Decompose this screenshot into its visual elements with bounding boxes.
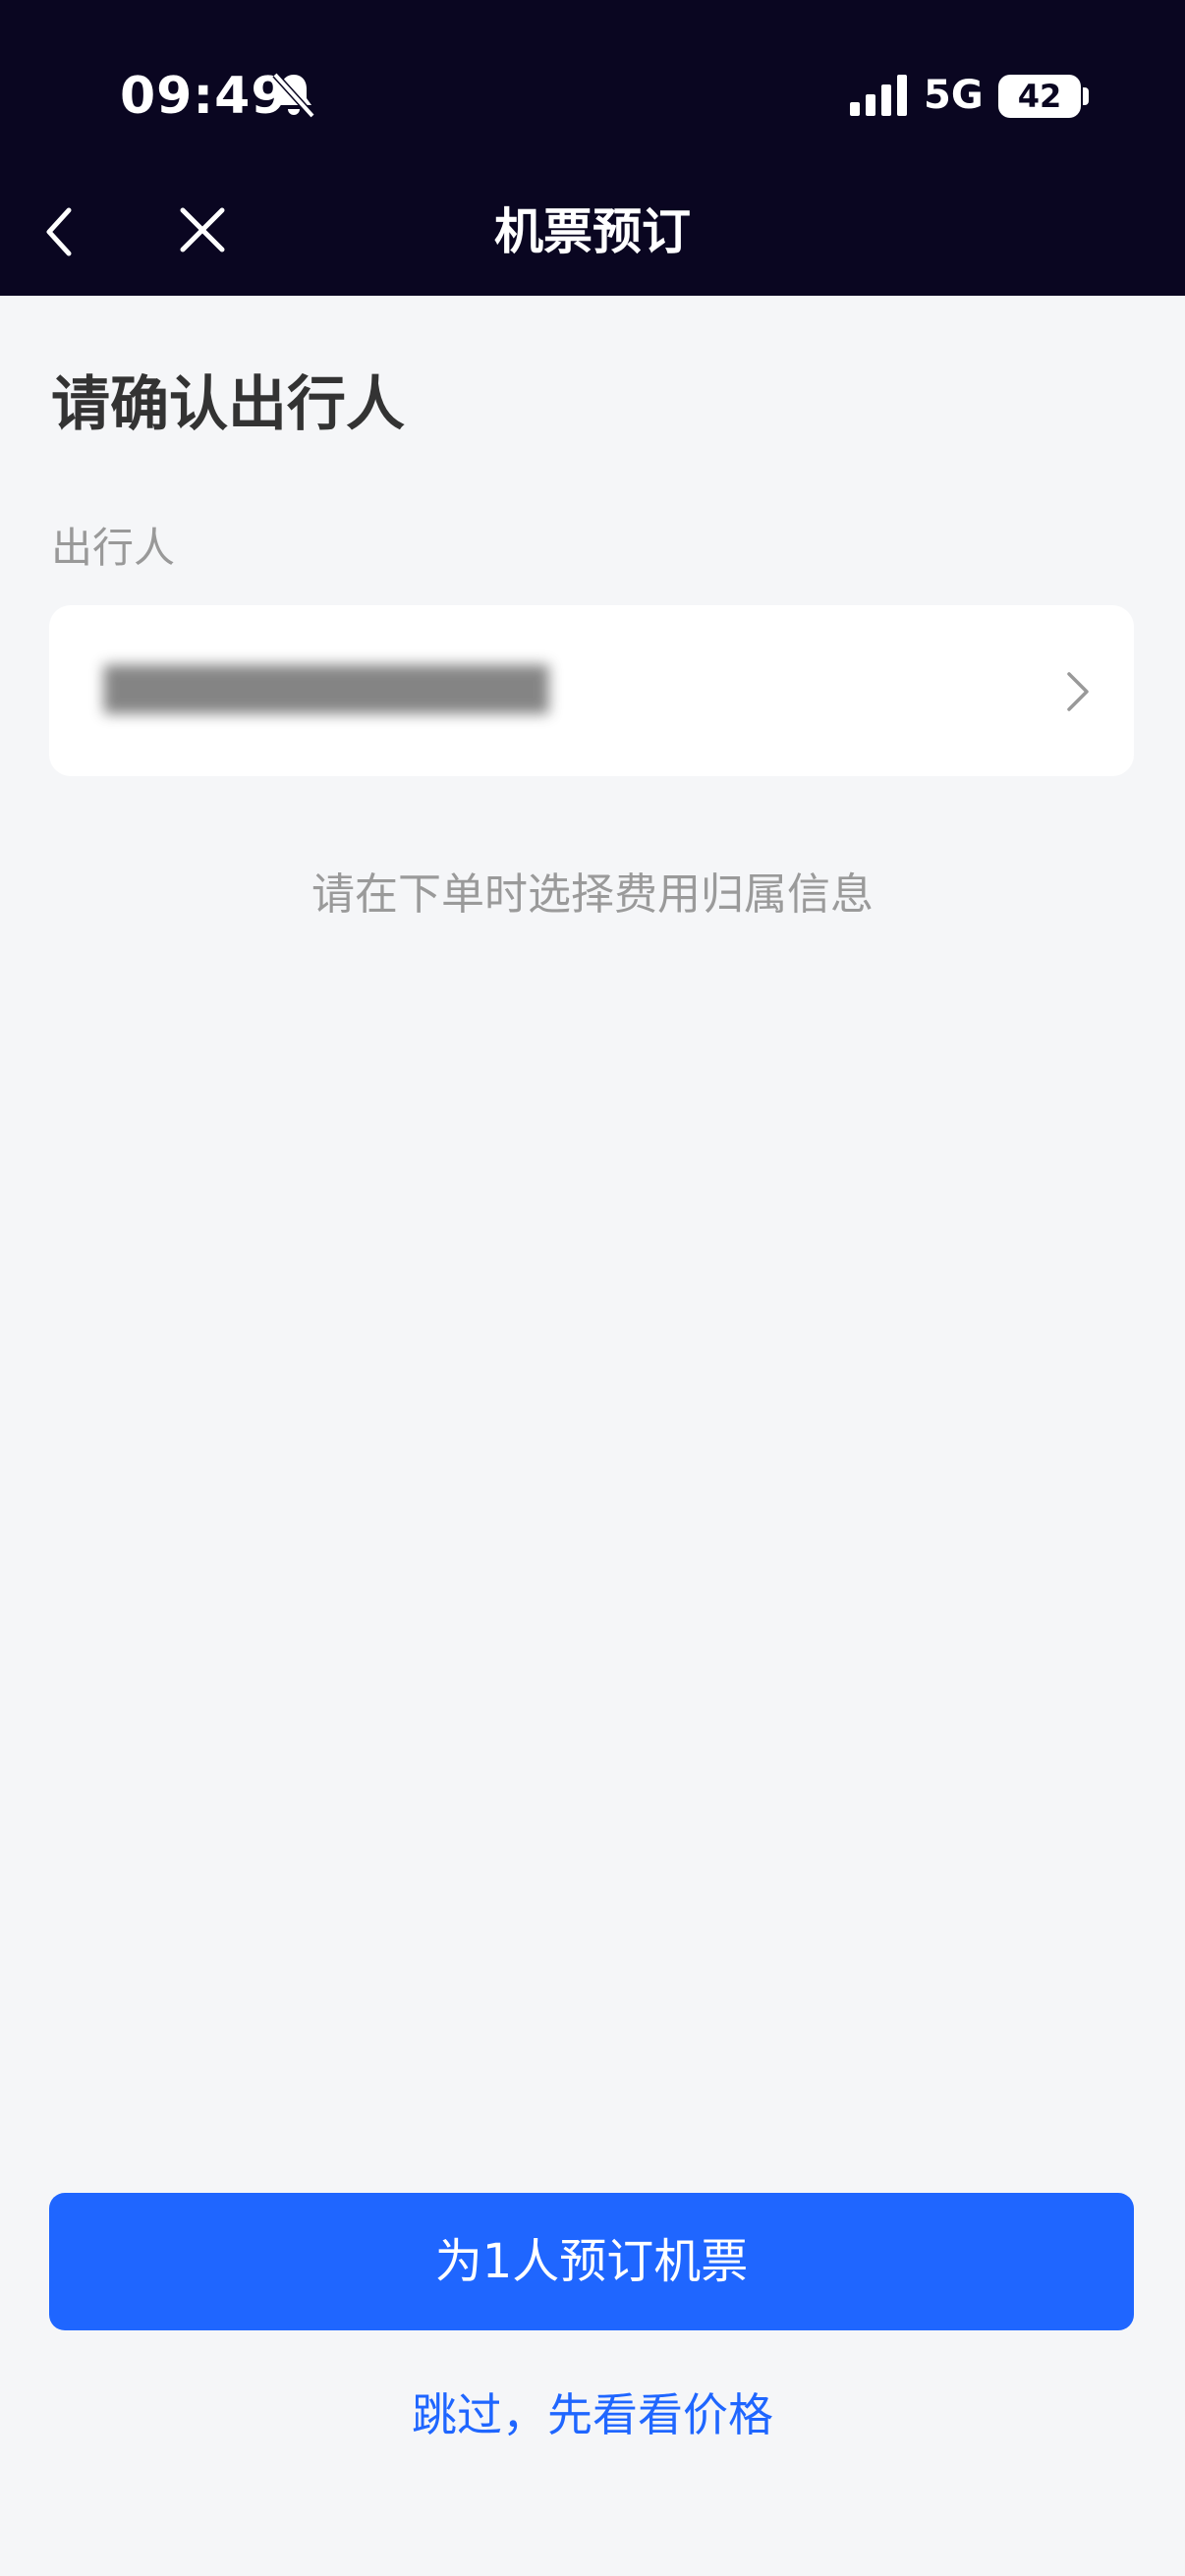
- bell-muted-icon: [272, 72, 315, 119]
- header: 09:49 5G 42 机票预订: [0, 0, 1185, 296]
- traveler-name: ██████████████: [104, 665, 549, 713]
- cost-attribution-hint: 请在下单时选择费用归属信息: [311, 869, 874, 920]
- signal-icon: [850, 75, 907, 116]
- booking-screen: 09:49 5G 42 机票预订 请确认出行人 出行人 ████████████…: [0, 0, 1185, 2576]
- battery-level: 42: [1017, 78, 1062, 115]
- status-time: 09:49: [120, 67, 288, 126]
- chevron-right-icon: [1067, 672, 1089, 711]
- network-type: 5G: [924, 73, 984, 118]
- battery-cap: [1083, 87, 1089, 105]
- traveler-selector[interactable]: ██████████████: [49, 605, 1134, 776]
- battery-icon: 42: [998, 75, 1081, 118]
- page-title: 请确认出行人: [51, 370, 405, 439]
- book-ticket-button[interactable]: 为1人预订机票: [49, 2193, 1134, 2330]
- nav-title: 机票预订: [494, 203, 691, 260]
- skip-view-price-link[interactable]: 跳过，先看看价格: [0, 2380, 1185, 2450]
- traveler-section-label: 出行人: [51, 524, 176, 572]
